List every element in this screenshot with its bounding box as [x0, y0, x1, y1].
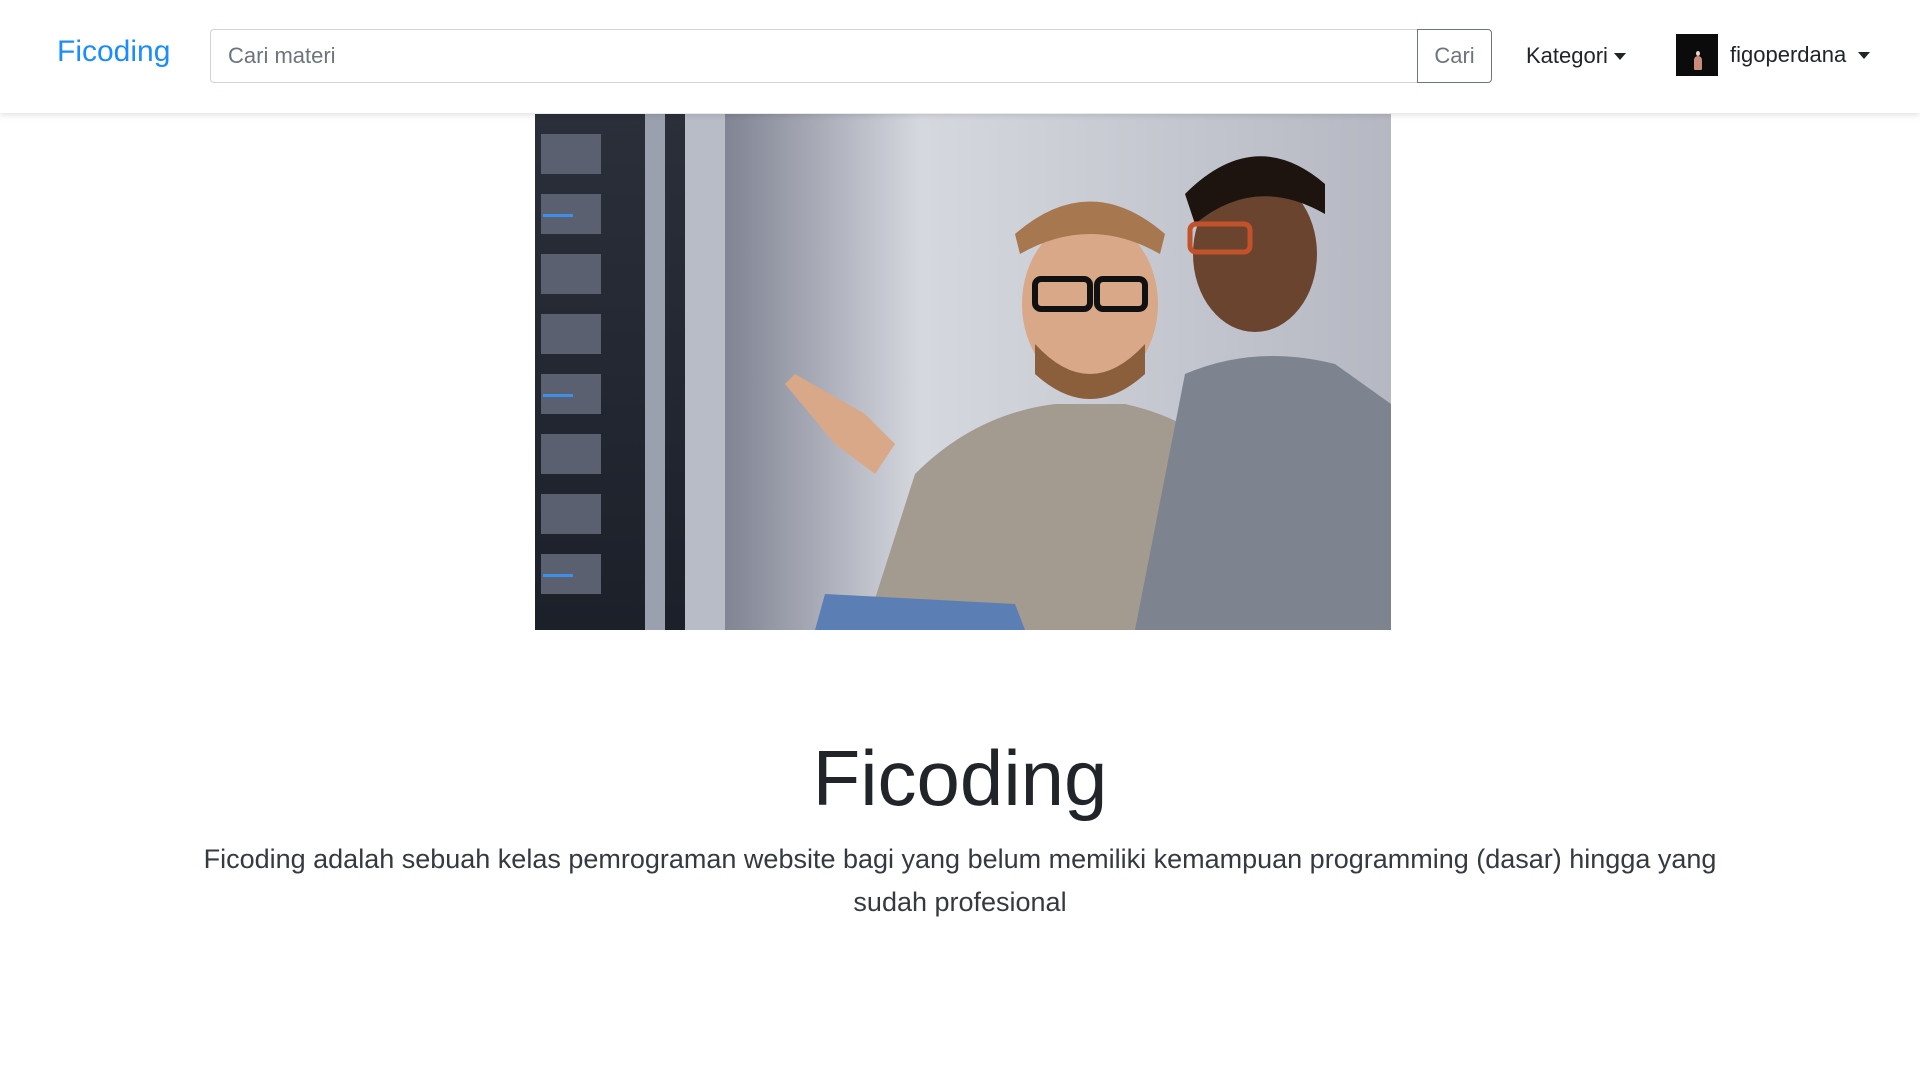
- page-description: Ficoding adalah sebuah kelas pemrograman…: [203, 844, 1717, 917]
- brand-link[interactable]: Ficoding: [57, 32, 170, 72]
- username-label: figoperdana: [1730, 42, 1847, 67]
- navbar: Ficoding Cari Kategori figoperdana: [0, 0, 1920, 113]
- user-dropdown[interactable]: figoperdana: [1676, 33, 1871, 77]
- caret-down-icon: [1613, 52, 1626, 60]
- search-button[interactable]: Cari: [1417, 29, 1492, 83]
- avatar: [1676, 34, 1718, 76]
- hero-image: [535, 114, 1391, 630]
- page-title: Ficoding: [812, 734, 1108, 822]
- caret-down-icon: [1858, 51, 1871, 59]
- search-input[interactable]: [210, 29, 1417, 83]
- category-dropdown[interactable]: Kategori: [1526, 38, 1626, 74]
- search-form: Cari: [210, 29, 1492, 83]
- category-dropdown-label: Kategori: [1526, 43, 1608, 68]
